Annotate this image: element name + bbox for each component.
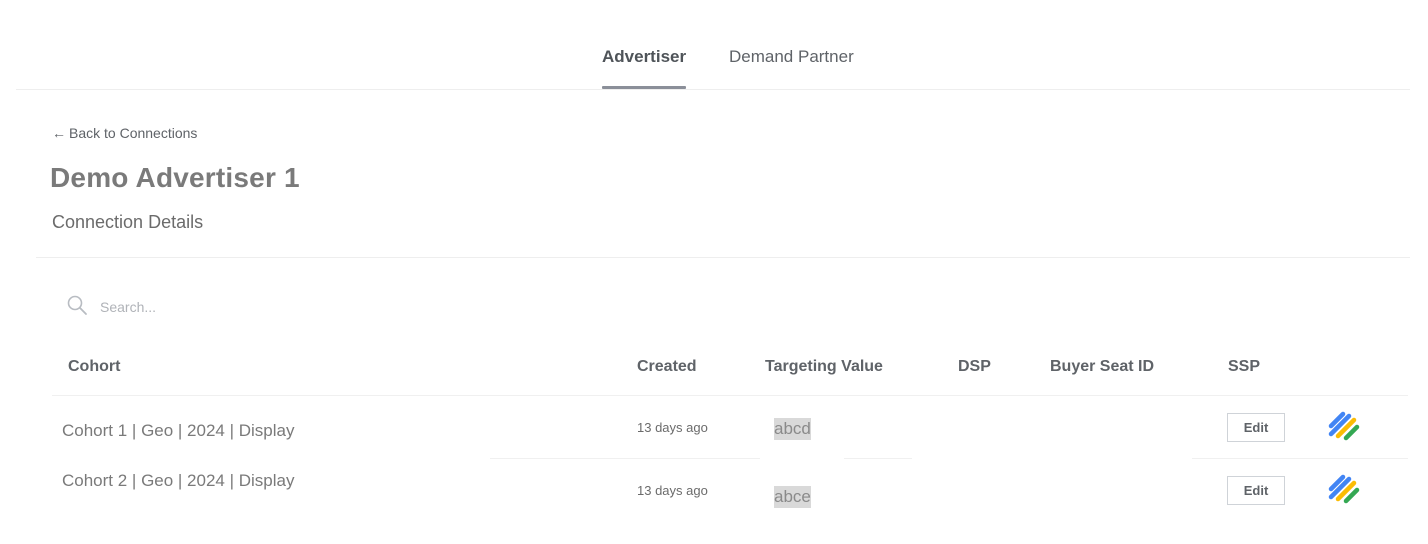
section-title: Connection Details xyxy=(52,212,204,232)
row-divider xyxy=(490,458,760,459)
column-header-dsp[interactable]: DSP xyxy=(958,358,991,376)
section-divider xyxy=(36,257,1410,258)
targeting-value: abcd xyxy=(774,418,811,440)
column-header-cohort[interactable]: Cohort xyxy=(68,358,120,376)
row-divider xyxy=(1192,458,1408,459)
table-header-divider xyxy=(52,395,1408,396)
column-header-ssp[interactable]: SSP xyxy=(1228,358,1260,376)
back-to-connections-link[interactable]: ← Back to Connections xyxy=(52,125,197,141)
google-ad-manager-icon xyxy=(1328,411,1360,441)
search-icon xyxy=(67,295,87,315)
cohort-name[interactable]: Cohort 1 | Geo | 2024 | Display xyxy=(62,421,294,441)
column-header-targeting-value[interactable]: Targeting Value xyxy=(765,358,883,376)
page-title: Demo Advertiser 1 xyxy=(50,162,300,193)
tab-advertiser[interactable]: Advertiser xyxy=(602,47,686,67)
created-date: 13 days ago xyxy=(637,483,708,498)
column-header-buyer-seat-id[interactable]: Buyer Seat ID xyxy=(1050,358,1154,376)
arrow-left-icon: ← xyxy=(52,125,66,141)
created-date: 13 days ago xyxy=(637,420,708,435)
tab-demand-partner[interactable]: Demand Partner xyxy=(729,47,854,67)
back-link-label: Back to Connections xyxy=(69,125,198,141)
edit-button[interactable]: Edit xyxy=(1227,413,1285,442)
targeting-value: abce xyxy=(774,486,811,508)
search-box xyxy=(66,294,466,320)
tab-bar: Advertiser Demand Partner xyxy=(16,0,1410,90)
row-divider xyxy=(844,458,912,459)
column-header-created[interactable]: Created xyxy=(637,358,697,376)
cohort-name[interactable]: Cohort 2 | Geo | 2024 | Display xyxy=(62,471,294,491)
search-input[interactable] xyxy=(100,296,460,318)
google-ad-manager-icon xyxy=(1328,474,1360,504)
edit-button[interactable]: Edit xyxy=(1227,476,1285,505)
active-tab-indicator xyxy=(602,86,686,89)
